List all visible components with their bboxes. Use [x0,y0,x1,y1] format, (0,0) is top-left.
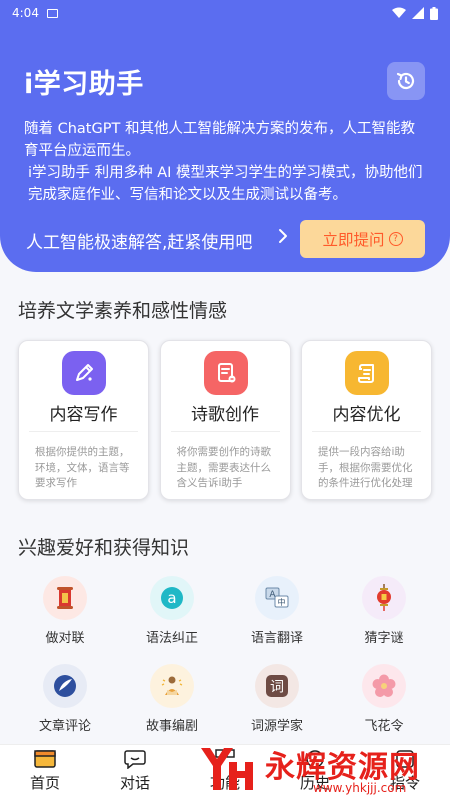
grid-label: 语言翻译 [250,631,303,646]
grid-item-etymology[interactable]: 词 词源学家 [227,664,327,734]
ask-now-label: 立即提问 [322,231,385,249]
etymology-icon: 词 [255,664,299,708]
grid-item-grammar[interactable]: a 语法纠正 [122,576,222,646]
card-title: 内容写作 [49,405,118,425]
tab-home[interactable]: 首页 [10,749,80,793]
grammar-a-icon: a [150,576,194,620]
history-icon [396,72,415,90]
grid-item-review[interactable]: 文章评论 [15,664,115,734]
card-desc: 将你需要创作的诗歌主题，需要表达什么含义告诉i助手 [176,446,272,489]
svg-text:中: 中 [278,597,286,607]
status-icons [392,6,438,20]
translate-icon: A中 [255,576,299,620]
grid-item-feihualing[interactable]: 飞花令 [334,664,434,734]
card-desc: 提供一段内容给i助手，根据你需要优化的条件进行优化处理 [318,446,413,489]
grid-label: 词源学家 [250,719,303,734]
grid-label: 猜字谜 [364,631,404,646]
grid-item-riddle[interactable]: 猜字谜 [334,576,434,646]
status-time: 4:04 [12,6,39,20]
couplet-icon [43,576,87,620]
lantern-icon [362,576,406,620]
svg-text:a: a [167,589,176,607]
feature-cards: 内容写作 根据你提供的主题，环境，文体，语言等要求写作 诗歌创作 将你需要创作的… [18,340,432,500]
grid-item-couplet[interactable]: 做对联 [15,576,115,646]
home-icon [34,750,56,768]
comment-icon [43,664,87,708]
chat-icon [124,750,146,769]
wifi-icon [392,7,406,18]
card-title: 内容优化 [332,405,401,425]
tab-label: 对话 [119,774,150,792]
card-desc: 根据你提供的主题，环境，文体，语言等要求写作 [35,446,130,489]
storyteller-icon [150,664,194,708]
divider [312,431,421,432]
watermark-logo [201,748,253,790]
app-title: i学习助手 [24,69,144,100]
hero-banner: 4:04 i学习助手 随着 ChatGPT 和其他人工智能解决方案的发布，人工智… [0,0,450,272]
question-icon: ? [388,232,403,246]
scroll-icon [345,351,389,395]
tab-chat[interactable]: 对话 [100,749,170,793]
grid-label: 飞花令 [364,719,404,734]
ask-now-button[interactable]: 立即提问 ? [300,220,425,258]
battery-icon [430,6,438,20]
svg-text:词: 词 [270,680,284,696]
pencil-icon [62,351,106,395]
hero-desc-2: i学习助手 利用多种 AI 模型来学习学生的学习模式，协助他们完成家庭作业、写信… [28,165,423,203]
grid-label: 做对联 [45,631,85,646]
grid-item-story[interactable]: 故事编剧 [122,664,222,734]
section-hobbies-title: 兴趣爱好和获得知识 [18,537,190,559]
hero-description: 随着 ChatGPT 和其他人工智能解决方案的发布，人工智能教育平台应运而生。 … [24,118,429,206]
image-notification-icon [46,8,58,18]
signal-icon [412,7,424,19]
grid-label: 语法纠正 [145,631,198,646]
status-bar: 4:04 [12,4,438,22]
chevron-right-icon [278,228,288,249]
watermark-text: 永辉资源网 [265,750,420,785]
flower-icon [362,664,406,708]
hero-desc-1: 随着 ChatGPT 和其他人工智能解决方案的发布，人工智能教育平台应运而生。 [24,121,415,159]
grid-label: 故事编剧 [145,719,198,734]
divider [29,431,138,432]
watermark-url: www.yhkjjj.com [313,781,407,795]
card-title: 诗歌创作 [191,405,259,425]
card-content-writing[interactable]: 内容写作 根据你提供的主题，环境，文体，语言等要求写作 [18,340,149,500]
grid-label: 文章评论 [38,719,91,734]
tab-label: 首页 [29,774,60,792]
card-content-optimize[interactable]: 内容优化 提供一段内容给i助手，根据你需要优化的条件进行优化处理 [301,340,432,500]
document-icon [203,351,248,395]
watermark: 永辉资源网 www.yhkjjj.com [195,742,445,798]
card-poetry[interactable]: 诗歌创作 将你需要创作的诗歌主题，需要表达什么含义告诉i助手 [159,340,291,500]
cta-text: 人工智能极速解答,赶紧使用吧 [26,233,253,253]
history-button[interactable] [387,62,425,100]
divider [170,431,280,432]
section-literature-title: 培养文学素养和感性情感 [18,300,228,322]
grid-item-translate[interactable]: A中 语言翻译 [227,576,327,646]
